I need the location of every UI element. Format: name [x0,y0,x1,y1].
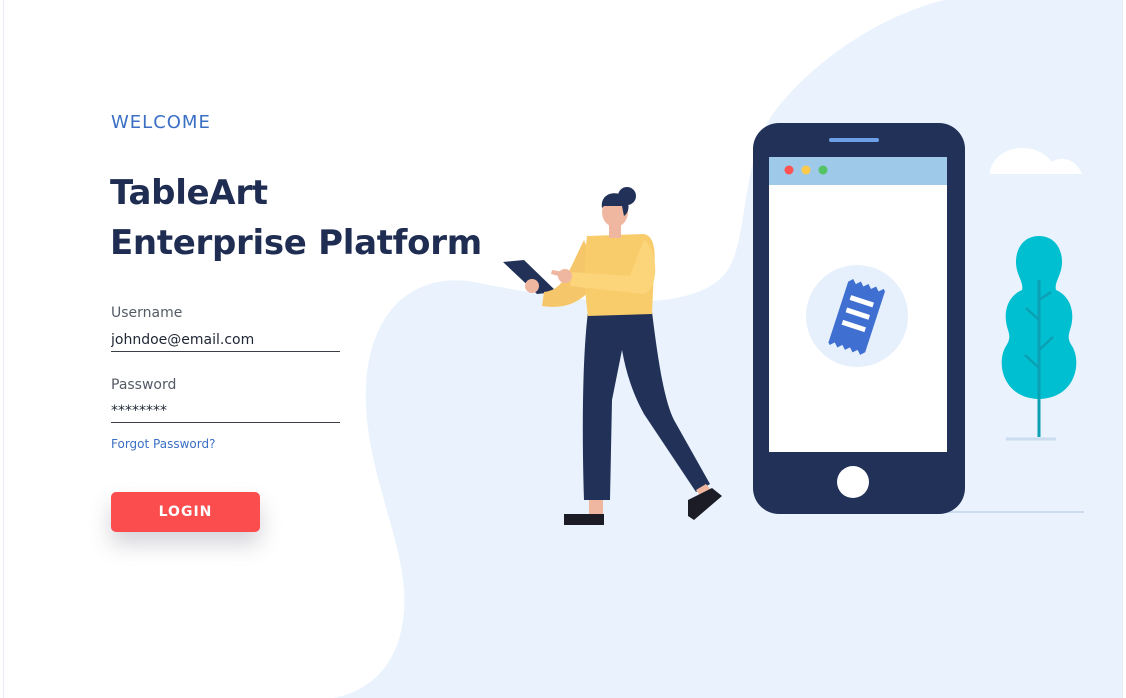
page-title: TableArt Enterprise Platform [110,168,482,268]
username-label: Username [111,305,183,321]
username-input[interactable] [111,329,340,352]
page-title-line1: TableArt [110,173,268,213]
password-label: Password [111,377,177,393]
welcome-label: WELCOME [111,112,211,133]
forgot-password-link[interactable]: Forgot Password? [111,437,215,451]
login-page: WELCOME TableArt Enterprise Platform Use… [3,0,1123,698]
page-title-line2: Enterprise Platform [110,223,482,263]
password-input[interactable] [111,400,340,423]
login-button[interactable]: LOGIN [111,492,260,532]
phone-illustration [753,123,965,514]
